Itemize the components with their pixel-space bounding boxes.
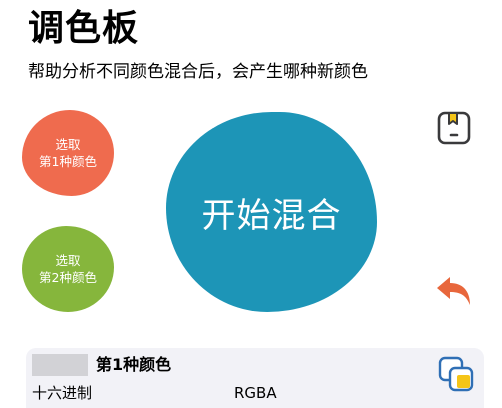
pick-color-1-line2: 第1种颜色 [39,154,97,169]
copy-button[interactable] [434,352,478,396]
start-mix-button[interactable]: 开始混合 [166,112,377,312]
result-card: 第1种颜色 十六进制 RGBA [26,348,484,408]
rgba-label: RGBA [234,384,277,402]
palette-screen: 调色板 帮助分析不同颜色混合后，会产生哪种新颜色 选取 第1种颜色 选取 第2种… [0,0,502,408]
save-box-icon [437,111,471,145]
color-swatch [32,354,88,376]
undo-arrow-icon [437,277,470,305]
pick-color-2-line2: 第2种颜色 [39,270,97,285]
hex-label: 十六进制 [32,384,93,402]
pick-color-2-line1: 选取 [55,253,81,268]
pick-color-2-button[interactable]: 选取 第2种颜色 [22,226,114,312]
page-title: 调色板 [28,8,140,49]
pick-color-1-button[interactable]: 选取 第1种颜色 [22,110,114,196]
undo-button[interactable] [434,272,474,312]
start-mix-label: 开始混合 [201,195,342,236]
pick-color-1-line1: 选取 [55,137,81,152]
page-subtitle: 帮助分析不同颜色混合后，会产生哪种新颜色 [28,62,368,82]
result-card-title: 第1种颜色 [96,355,172,374]
copy-icon [438,356,474,392]
save-button[interactable] [434,108,474,148]
